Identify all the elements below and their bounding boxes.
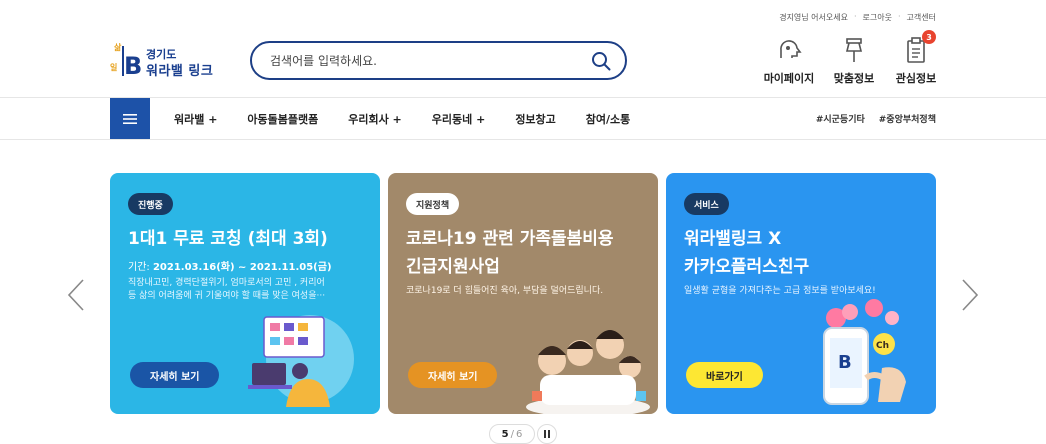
service-chip: 서비스 (684, 193, 729, 215)
custom-info-label: 맞춤정보 (833, 72, 875, 85)
pager-total: 6 (515, 428, 523, 440)
interest-info-label: 관심정보 (895, 72, 937, 85)
kakao-phone-illustration: B Ch (823, 299, 906, 405)
desc-line: 직장내고민, 경력단절위기, 엄마로서의 고민 , 커리어 (128, 278, 325, 288)
svg-text:B: B (124, 52, 142, 80)
period-value: 2021.03.16(화) ~ 2021.11.05(금) (152, 262, 332, 273)
pause-button[interactable] (537, 424, 557, 444)
interest-count-badge: 3 (922, 30, 936, 44)
slide-title: 1대1 무료 코칭 (최대 3회) (128, 229, 328, 249)
logo-mark-icon: 삶 일 B (110, 42, 142, 80)
clipboard-icon-wrap: 3 (902, 30, 936, 64)
svg-text:일: 일 (110, 62, 117, 72)
title-line: 코로나19 관련 가족돌봄비용 (406, 229, 614, 249)
pause-icon (544, 430, 550, 438)
page-root: 경지영님 어서오세요 · 로그아웃 · 고객센터 삶 일 B 경기도 워라밸 링… (0, 0, 1046, 444)
search-icon[interactable] (591, 51, 611, 71)
all-menu-button[interactable] (110, 98, 150, 139)
go-button[interactable]: 바로가기 (686, 362, 763, 388)
mypage-label: 마이페이지 (763, 72, 815, 85)
search-input[interactable] (270, 52, 580, 70)
slide-card-coaching[interactable]: 진행중 1대1 무료 코칭 (최대 3회) 기간: 2021.03.16(화) … (110, 173, 380, 414)
status-chip: 진행중 (128, 193, 173, 215)
search-box (250, 41, 627, 80)
policy-chip: 지원정책 (406, 193, 460, 215)
nav-item-info-storage[interactable]: 정보창고 (515, 111, 555, 127)
slide-description: 일생활 균형을 가져다주는 고급 정보를 받아보세요! (684, 286, 876, 296)
slide-description: 직장내고민, 경력단절위기, 엄마로서의 고민 , 커리어 등 삶의 어려움에 … (128, 277, 378, 303)
logo-line2: 워라밸 링크 (146, 64, 214, 79)
title-line: 카카오플러스친구 (684, 257, 810, 277)
slide-card-covid-support[interactable]: 지원정책 코로나19 관련 가족돌봄비용 긴급지원사업 코로나19로 더 힘들어… (388, 173, 658, 414)
nav-tags: #시군등기타 #중앙부처정책 (816, 98, 936, 139)
detail-button[interactable]: 자세히 보기 (130, 362, 220, 388)
nav-item-participation[interactable]: 참여/소통 (586, 111, 631, 127)
pin-icon (845, 38, 863, 62)
welcome-text: 경지영님 어서오세요 (779, 13, 848, 22)
slide-pager: 5 / 6 (489, 424, 535, 444)
pager-separator: / (510, 428, 514, 440)
nav-item-childcare-platform[interactable]: 아동돌봄플랫폼 (247, 111, 318, 127)
nav-item-our-company[interactable]: 우리회사 + (348, 111, 402, 127)
slide-period: 기간: 2021.03.16(화) ~ 2021.11.05(금) (128, 261, 332, 274)
detail-button[interactable]: 자세히 보기 (408, 362, 498, 388)
custom-info-link[interactable]: 맞춤정보 (822, 36, 886, 86)
main-nav: 워라밸 + 아동돌봄플랫폼 우리회사 + 우리동네 + 정보창고 참여/소통 (174, 98, 660, 139)
hamburger-icon (123, 113, 137, 124)
title-line: 긴급지원사업 (406, 257, 500, 277)
next-slide-arrow-icon[interactable] (960, 278, 980, 312)
tag-local-etc[interactable]: #시군등기타 (816, 112, 865, 125)
mypage-link[interactable]: 마이페이지 (757, 36, 821, 86)
pager-current: 5 (501, 428, 509, 440)
separator-dot: · (854, 12, 857, 21)
user-head-icon (780, 40, 802, 58)
family-photo-illustration (526, 330, 650, 414)
svg-text:B: B (838, 352, 852, 373)
svg-text:Ch: Ch (876, 341, 889, 351)
slide-title: 코로나19 관련 가족돌봄비용 긴급지원사업 (406, 225, 614, 281)
slide-description: 코로나19로 더 힘들어진 육아, 부담을 덜어드립니다. (406, 286, 604, 296)
slide-title: 워라밸링크 X 카카오플러스친구 (684, 225, 809, 281)
nav-divider-bottom (0, 139, 1046, 140)
title-line: 워라밸링크 X (684, 229, 782, 249)
interest-info-link[interactable]: 3 관심정보 (884, 30, 948, 86)
coaching-illustration (248, 315, 354, 407)
separator-dot: · (898, 12, 901, 21)
logout-link[interactable]: 로그아웃 (863, 12, 892, 23)
nav-item-our-neighborhood[interactable]: 우리동네 + (432, 111, 486, 127)
period-label: 기간: (128, 262, 150, 273)
customer-center-link[interactable]: 고객센터 (907, 12, 936, 23)
nav-item-worklife[interactable]: 워라밸 + (174, 111, 217, 127)
slide-card-kakao[interactable]: 서비스 워라밸링크 X 카카오플러스친구 일생활 균형을 가져다주는 고급 정보… (666, 173, 936, 414)
utility-bar: 경지영님 어서오세요 · 로그아웃 · 고객센터 (779, 12, 936, 23)
site-logo[interactable]: 삶 일 B 경기도 워라밸 링크 (110, 40, 220, 80)
prev-slide-arrow-icon[interactable] (66, 278, 86, 312)
svg-text:삶: 삶 (114, 42, 122, 52)
tag-central-policy[interactable]: #중앙부처정책 (879, 112, 936, 125)
desc-line: 등 삶의 어려움에 귀 기울여야 할 때를 맞은 여성을··· (128, 291, 326, 301)
